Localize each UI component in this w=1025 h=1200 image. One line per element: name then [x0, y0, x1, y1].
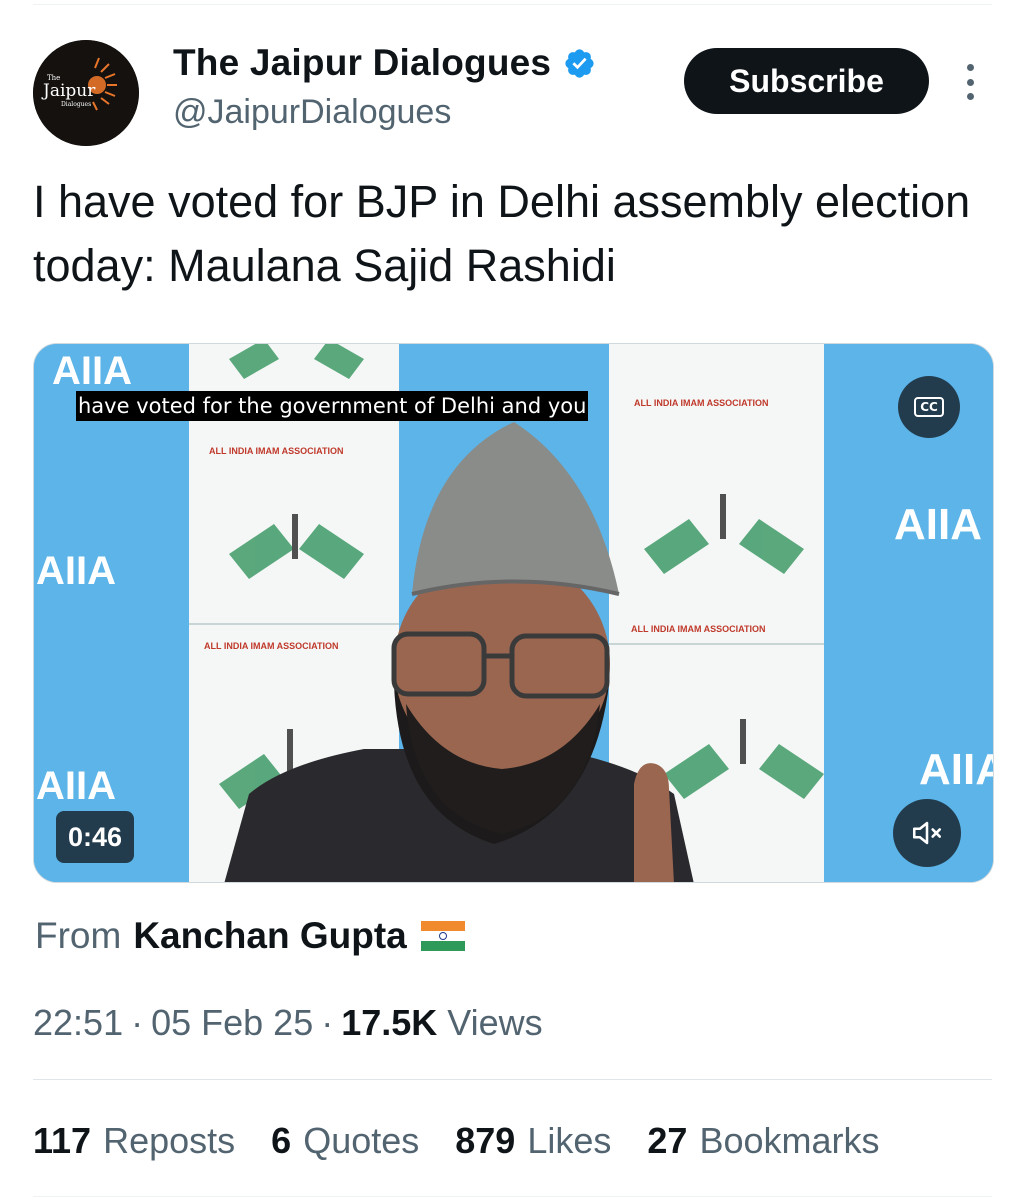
video-player[interactable]: AIIA AIIA AIIA AIIA AIIA ALL INDIA IMAM … [33, 343, 994, 883]
likes-label: Likes [527, 1120, 612, 1161]
stat-quotes[interactable]: 6 Quotes [271, 1120, 419, 1162]
captions-button[interactable]: CC [898, 376, 960, 438]
attribution-prefix: From [35, 915, 122, 956]
backdrop-org-3: ALL INDIA IMAM ASSOCIATION [634, 398, 769, 408]
tweet-text: I have voted for BJP in Delhi assembly e… [33, 176, 971, 291]
stats-divider [33, 1079, 992, 1080]
backdrop-abbr-2: AIIA [36, 549, 116, 593]
volume-muted-icon [912, 821, 942, 845]
avatar[interactable]: The Jaipur Dialogues [33, 40, 139, 146]
account-name[interactable]: The Jaipur Dialogues [173, 42, 551, 84]
views-count[interactable]: 17.5K [341, 1002, 437, 1044]
jaipur-dialogues-logo: The Jaipur Dialogues [33, 40, 139, 146]
video-frame: AIIA AIIA AIIA AIIA AIIA ALL INDIA IMAM … [34, 344, 994, 882]
likes-count: 879 [455, 1120, 516, 1161]
quotes-label: Quotes [303, 1120, 420, 1161]
tweet-meta: 22:51 · 05 Feb 25 · 17.5K Views [33, 1002, 543, 1044]
backdrop-abbr-4: AIIA [894, 500, 982, 549]
india-flag-icon [420, 921, 465, 951]
views-label: Views [447, 1002, 543, 1043]
subscribe-button[interactable]: Subscribe [684, 48, 929, 114]
backdrop-org-4: ALL INDIA IMAM ASSOCIATION [631, 624, 766, 634]
tweet-time[interactable]: 22:51 [33, 1002, 123, 1044]
video-caption: have voted for the government of Delhi a… [76, 391, 589, 421]
backdrop-abbr-3: AIIA [36, 764, 116, 808]
cc-icon: CC [914, 397, 944, 417]
tweet-date[interactable]: 05 Feb 25 [151, 1002, 313, 1044]
quotes-count: 6 [271, 1120, 292, 1161]
engagement-stats: 117 Reposts 6 Quotes 879 Likes 27 Bookma… [33, 1120, 916, 1162]
account-name-row: The Jaipur Dialogues [173, 42, 596, 84]
reposts-label: Reposts [103, 1120, 236, 1161]
backdrop-abbr-1: AIIA [52, 349, 132, 393]
video-duration: 0:46 [56, 811, 135, 863]
logo-text-main: Jaipur [41, 81, 96, 101]
stat-reposts[interactable]: 117 Reposts [33, 1120, 235, 1162]
backdrop-abbr-5: AIIA [919, 745, 994, 794]
bottom-divider [33, 1196, 992, 1197]
mute-button[interactable] [893, 799, 961, 867]
logo-text-sub: Dialogues [61, 101, 91, 108]
stat-likes[interactable]: 879 Likes [455, 1120, 611, 1162]
meta-separator-2: · [321, 1002, 334, 1043]
verified-badge-icon [565, 48, 594, 78]
attribution-name[interactable]: Kanchan Gupta [133, 915, 406, 957]
meta-separator-1: · [131, 1002, 144, 1043]
video-attribution: From Kanchan Gupta [35, 915, 465, 957]
backdrop-org-2: ALL INDIA IMAM ASSOCIATION [204, 641, 339, 651]
backdrop-org-1: ALL INDIA IMAM ASSOCIATION [209, 446, 344, 456]
bookmarks-count: 27 [647, 1120, 688, 1161]
account-handle[interactable]: @JaipurDialogues [173, 93, 451, 132]
top-divider [33, 4, 992, 5]
bookmarks-label: Bookmarks [699, 1120, 880, 1161]
more-vertical-icon[interactable] [958, 64, 982, 100]
stat-bookmarks[interactable]: 27 Bookmarks [647, 1120, 879, 1162]
reposts-count: 117 [33, 1120, 92, 1161]
